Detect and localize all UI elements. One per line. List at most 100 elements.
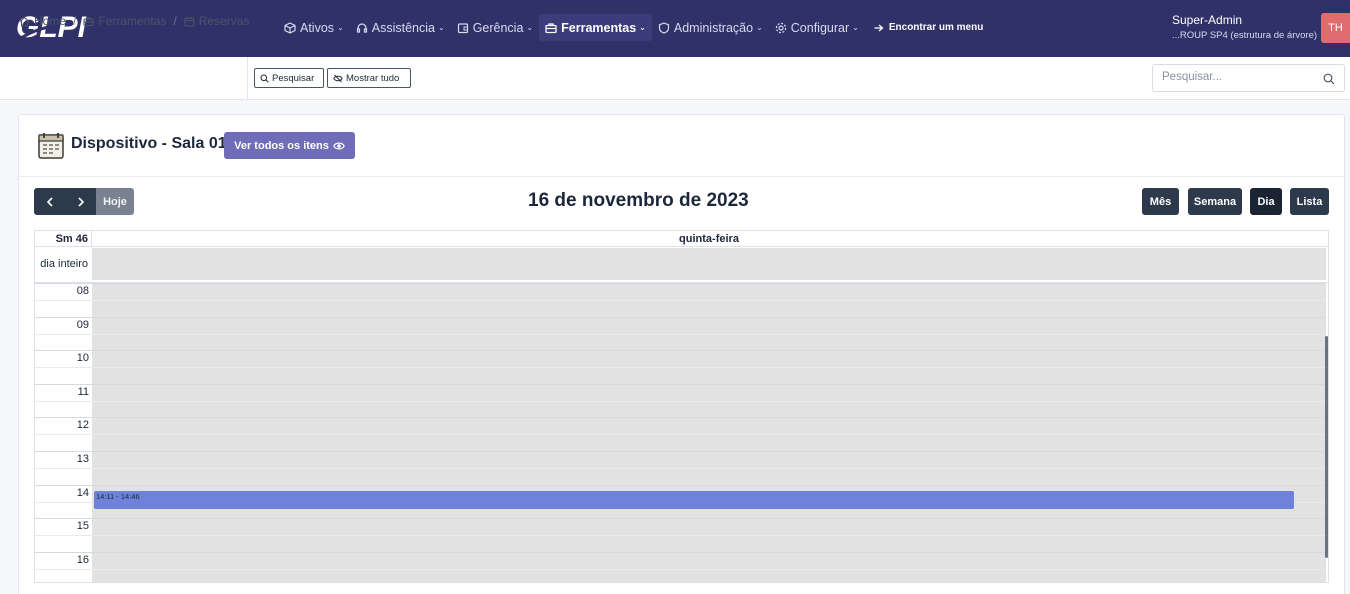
breadcrumb-home[interactable]: Home <box>19 14 66 28</box>
hour-label: 09 <box>76 319 89 331</box>
divider <box>247 57 248 100</box>
breadcrumb-home-label: Home <box>34 14 67 28</box>
menu-ferramentas-label: Ferramentas <box>561 20 637 35</box>
user-entity: ...ROUP SP4 (estrutura de árvore) <box>1172 30 1318 41</box>
all-day-label: dia inteiro <box>40 258 88 270</box>
hour-gridline <box>35 350 1326 351</box>
search-button[interactable]: Pesquisar <box>254 68 324 88</box>
hour-label: 13 <box>76 453 89 465</box>
hour-gridline <box>35 283 1326 284</box>
next-button[interactable] <box>65 188 96 215</box>
breadcrumb-separator: / <box>73 14 77 28</box>
see-all-items-button[interactable]: Ver todos os itens <box>224 132 355 159</box>
menu-administracao[interactable]: Administração ⌄ <box>652 14 769 41</box>
hour-gridline <box>35 317 1326 318</box>
menu-assistencia-label: Assistência <box>371 20 435 35</box>
menu-assistencia[interactable]: Assistência ⌄ <box>350 14 451 41</box>
breadcrumb-tools[interactable]: Ferramentas <box>83 14 166 28</box>
arrow-right-icon <box>874 24 884 31</box>
wallet-icon <box>457 22 468 33</box>
see-all-items-label: Ver todos os itens <box>234 139 329 152</box>
breadcrumb-reservations-label: Reservas <box>198 14 250 28</box>
menu-ativos-label: Ativos <box>300 20 335 35</box>
hour-gridline <box>35 384 1326 385</box>
breadcrumb-tools-label: Ferramentas <box>98 14 167 28</box>
gear-icon <box>775 22 786 33</box>
menu-ativos[interactable]: Ativos ⌄ <box>278 14 350 41</box>
menu-gerencia-label: Gerência <box>472 20 524 35</box>
search-icon[interactable] <box>1323 73 1335 85</box>
week-number: Sm 46 <box>55 233 88 245</box>
hour-gridline <box>35 485 1326 486</box>
user-name: Super-Admin <box>1172 13 1243 27</box>
find-menu-link[interactable]: Encontrar um menu <box>867 14 989 41</box>
page-title: Dispositivo - Sala 01 <box>71 135 227 152</box>
menu-gerencia[interactable]: Gerência ⌄ <box>451 14 539 41</box>
global-search <box>1152 64 1345 92</box>
view-list-button[interactable]: Lista <box>1290 188 1329 215</box>
calendar-grid: Sm 46 quinta-feira dia inteiro 14:11 - 1… <box>34 230 1329 583</box>
today-button[interactable]: Hoje <box>96 188 134 215</box>
hour-label: 12 <box>76 419 89 431</box>
hour-gridline <box>35 417 1326 418</box>
calendar-icon <box>184 16 195 27</box>
chevron-down-icon: ⌄ <box>526 23 534 32</box>
prev-button[interactable] <box>34 188 65 215</box>
show-all-button[interactable]: Mostrar tudo <box>327 68 411 88</box>
chevron-down-icon: ⌄ <box>756 23 763 32</box>
reservation-event[interactable]: 14:11 - 14:46 <box>94 491 1294 509</box>
calendar-title: 16 de novembro de 2023 <box>528 190 749 211</box>
calendar-column-header: Sm 46 quinta-feira <box>35 231 1328 247</box>
event-time: 14:11 - 14:46 <box>96 492 140 501</box>
search-icon <box>260 74 269 83</box>
chevron-down-icon: ⌄ <box>337 23 344 32</box>
all-day-slot[interactable] <box>92 248 1326 280</box>
eye-icon <box>332 142 345 149</box>
chevron-right-icon <box>77 196 84 207</box>
day-time-column[interactable] <box>92 283 1326 582</box>
half-hour-gridline <box>35 300 1326 301</box>
menu-configurar-label: Configurar <box>790 20 850 35</box>
user-menu[interactable]: Super-Admin ...ROUP SP4 (estrutura de ár… <box>1172 13 1317 41</box>
hour-label: 10 <box>76 352 89 364</box>
chevron-left-icon <box>46 196 53 207</box>
avatar[interactable]: TH <box>1321 13 1350 43</box>
view-week-button[interactable]: Semana <box>1188 188 1242 215</box>
breadcrumb: Home / Ferramentas / Reservas <box>19 14 249 28</box>
main-menu: Ativos ⌄ Assistência ⌄ Gerência ⌄ Ferram… <box>278 14 989 41</box>
search-button-label: Pesquisar <box>272 72 315 84</box>
hour-label: 16 <box>76 554 89 566</box>
menu-configurar[interactable]: Configurar ⌄ <box>769 14 865 41</box>
view-day-button[interactable]: Dia <box>1250 188 1282 215</box>
eye-off-icon <box>333 74 343 82</box>
secondary-bar <box>0 57 1350 100</box>
hour-label: 14 <box>76 487 89 499</box>
half-hour-gridline <box>35 334 1326 335</box>
home-icon <box>19 16 30 27</box>
scrollbar[interactable] <box>1325 336 1328 558</box>
chevron-down-icon: ⌄ <box>437 23 445 32</box>
find-menu-label: Encontrar um menu <box>888 22 984 33</box>
chevron-down-icon: ⌄ <box>852 23 859 32</box>
hour-gridline <box>35 451 1326 452</box>
top-navbar: GLPI Ativos ⌄ Assistência ⌄ Gerência ⌄ F… <box>0 0 1350 57</box>
briefcase-icon <box>83 16 94 26</box>
half-hour-gridline <box>35 434 1326 435</box>
menu-ferramentas[interactable]: Ferramentas ⌄ <box>539 14 652 41</box>
show-all-button-label: Mostrar tudo <box>346 72 400 84</box>
card-header: Dispositivo - Sala 01 Ver todos os itens <box>19 115 1344 177</box>
search-input[interactable] <box>1162 71 1312 83</box>
hour-label: 15 <box>76 520 89 532</box>
hour-gridline <box>35 552 1326 553</box>
hour-label: 11 <box>77 386 89 398</box>
day-header[interactable]: quinta-feira <box>91 231 1326 247</box>
half-hour-gridline <box>35 569 1326 570</box>
hour-label: 08 <box>76 285 89 297</box>
breadcrumb-reservations[interactable]: Reservas <box>184 14 250 28</box>
chevron-down-icon: ⌄ <box>639 23 646 32</box>
breadcrumb-separator: / <box>173 14 177 28</box>
half-hour-gridline <box>35 468 1326 469</box>
half-hour-gridline <box>35 535 1326 536</box>
briefcase-icon <box>545 22 557 33</box>
view-month-button[interactable]: Mês <box>1142 188 1179 215</box>
